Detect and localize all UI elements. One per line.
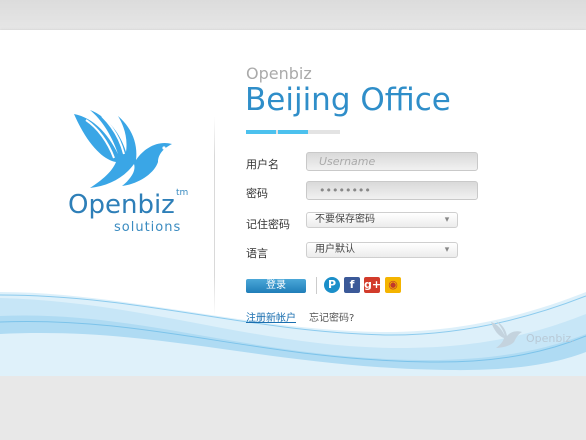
openbiz-logo: Openbiz tm solutions [58, 108, 198, 268]
chevron-down-icon: ▾ [444, 245, 450, 255]
language-select[interactable]: 用户默认 ▾ [306, 242, 458, 258]
weibo-icon-glyph: ◉ [388, 278, 398, 291]
facebook-icon-glyph: f [349, 278, 355, 291]
language-label: 语言 [246, 247, 268, 260]
remember-select-value: 不要保存密码 [315, 214, 375, 225]
progress-segment-1 [246, 130, 276, 134]
password-label: 密码 [246, 187, 268, 200]
google-plus-icon[interactable]: g+ [364, 277, 382, 293]
watermark-logo: Openbiz. [490, 320, 580, 350]
brand-name: Openbiz [246, 64, 312, 83]
top-band [0, 0, 586, 30]
logo-subtitle: solutions [114, 220, 182, 235]
page-title: Beijing Office [245, 82, 451, 118]
bottom-band [0, 376, 586, 440]
progress-segment-2 [278, 130, 308, 134]
bird-logo-icon [74, 110, 172, 188]
watermark-bird-icon [491, 321, 522, 348]
button-separator [316, 277, 317, 294]
register-link[interactable]: 注册新帐户 [246, 309, 296, 324]
watermark-text: Openbiz. [526, 332, 575, 345]
facebook-icon[interactable]: f [344, 277, 360, 293]
username-input[interactable]: Username [306, 152, 478, 171]
logo-trademark: tm [176, 188, 189, 198]
google-plus-icon-glyph: g+ [364, 278, 382, 291]
title-progress-bar [246, 130, 340, 134]
pp-icon-glyph: P [327, 278, 337, 291]
login-card: Openbiz tm solutions Openbiz Beijing Off… [0, 30, 586, 376]
login-button[interactable]: 登录 [246, 279, 306, 293]
logo-wordmark: Openbiz [68, 190, 175, 220]
chevron-down-icon: ▾ [444, 215, 450, 225]
username-label: 用户名 [246, 158, 279, 171]
remember-label: 记住密码 [246, 218, 290, 231]
pp-icon[interactable]: P [324, 277, 340, 293]
language-select-value: 用户默认 [315, 244, 355, 255]
remember-select[interactable]: 不要保存密码 ▾ [306, 212, 458, 228]
password-input[interactable]: •••••••• [306, 181, 478, 200]
forgot-password-link[interactable]: 忘记密码? [309, 309, 354, 324]
vertical-divider [214, 116, 215, 316]
weibo-icon[interactable]: ◉ [385, 277, 401, 293]
